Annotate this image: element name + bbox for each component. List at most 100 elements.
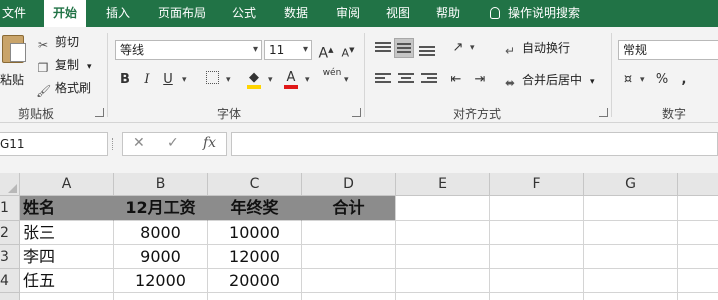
cell-a4[interactable]: 任五 (20, 269, 114, 293)
cell-a3[interactable]: 李四 (20, 245, 114, 269)
cell-b3[interactable]: 9000 (114, 245, 208, 269)
percent-button[interactable]: % (652, 70, 672, 90)
cell-f3[interactable] (490, 245, 584, 269)
tab-review[interactable]: 审阅 (336, 0, 360, 27)
cell-h2[interactable] (678, 221, 718, 245)
clipboard-launcher-icon[interactable] (95, 108, 104, 117)
cell-c1[interactable]: 年终奖 (208, 196, 302, 221)
column-header-g[interactable]: G (584, 173, 678, 196)
formula-input[interactable] (231, 132, 718, 156)
column-header-c[interactable]: C (208, 173, 302, 196)
row-header-2[interactable]: 2 (0, 221, 20, 245)
cell-e2[interactable] (396, 221, 490, 245)
column-header-partial[interactable] (678, 173, 718, 196)
cell-e5[interactable] (396, 293, 490, 300)
column-header-d[interactable]: D (302, 173, 396, 196)
cell-e3[interactable] (396, 245, 490, 269)
name-box[interactable]: G11 (0, 132, 108, 156)
tab-formulas[interactable]: 公式 (232, 0, 256, 27)
cell-c3[interactable]: 12000 (208, 245, 302, 269)
tab-insert[interactable]: 插入 (106, 0, 130, 27)
cell-h4[interactable] (678, 269, 718, 293)
increase-indent-button[interactable]: ⇥ (470, 70, 490, 90)
alignment-launcher-icon[interactable] (599, 108, 608, 117)
cell-d1[interactable]: 合计 (302, 196, 396, 221)
resize-grip[interactable] (112, 138, 116, 150)
tab-file[interactable]: 文件 (2, 0, 26, 27)
tab-view[interactable]: 视图 (386, 0, 410, 27)
comma-button[interactable]: , (674, 70, 694, 90)
column-header-b[interactable]: B (114, 173, 208, 196)
cell-g4[interactable] (584, 269, 678, 293)
align-right-icon[interactable] (421, 73, 437, 87)
cell-f4[interactable] (490, 269, 584, 293)
shrink-font-button[interactable]: A▼ (338, 40, 358, 60)
bottom-align-icon[interactable] (419, 46, 435, 60)
bold-button[interactable]: B (115, 70, 135, 90)
copy-button[interactable]: ❐ 复制 ▾ (36, 56, 92, 75)
cell-a2[interactable]: 张三 (20, 221, 114, 245)
decrease-indent-button[interactable]: ⇤ (446, 70, 466, 90)
phonetic-button[interactable]: wén (322, 68, 342, 88)
cancel-icon[interactable]: ✕ (133, 135, 145, 151)
copy-dropdown-icon[interactable]: ▾ (87, 62, 92, 72)
cell-b5[interactable] (114, 293, 208, 300)
number-format-combo[interactable]: 常规 (618, 40, 718, 60)
tab-page-layout[interactable]: 页面布局 (158, 0, 206, 27)
tab-help[interactable]: 帮助 (436, 0, 460, 27)
cell-h3[interactable] (678, 245, 718, 269)
italic-button[interactable]: I (137, 70, 157, 90)
font-size-combo[interactable]: 11 ▾ (264, 40, 312, 60)
top-align-icon[interactable] (375, 42, 391, 56)
cell-g3[interactable] (584, 245, 678, 269)
orientation-button[interactable]: ↗ (448, 38, 468, 58)
cell-b2[interactable]: 8000 (114, 221, 208, 245)
font-color-dropdown-icon[interactable]: ▾ (305, 75, 310, 85)
column-header-a[interactable]: A (20, 173, 114, 196)
phonetic-dropdown-icon[interactable]: ▾ (344, 75, 349, 85)
cell-d5[interactable] (302, 293, 396, 300)
wrap-text-button[interactable]: ↵ 自动换行 (503, 39, 570, 58)
accounting-format-button[interactable]: ¤ (618, 70, 638, 90)
row-header-3[interactable]: 3 (0, 245, 20, 269)
cell-c5[interactable] (208, 293, 302, 300)
merge-dropdown-icon[interactable]: ▾ (590, 77, 595, 87)
align-left-icon[interactable] (375, 73, 391, 87)
cell-d4[interactable] (302, 269, 396, 293)
cell-c2[interactable]: 10000 (208, 221, 302, 245)
borders-button[interactable] (202, 70, 222, 90)
align-center-icon[interactable] (398, 73, 414, 87)
tell-me-search[interactable]: 操作说明搜索 (490, 0, 580, 27)
underline-button[interactable]: U (158, 70, 178, 90)
accounting-dropdown-icon[interactable]: ▾ (640, 75, 645, 85)
fill-color-button[interactable]: ◆ (244, 68, 264, 89)
insert-function-icon[interactable]: fx (203, 135, 216, 151)
row-header-5[interactable] (0, 293, 20, 300)
orientation-dropdown-icon[interactable]: ▾ (470, 43, 475, 53)
cell-c4[interactable]: 20000 (208, 269, 302, 293)
borders-dropdown-icon[interactable]: ▾ (226, 75, 231, 85)
font-name-combo[interactable]: 等线 ▾ (115, 40, 262, 60)
column-header-f[interactable]: F (490, 173, 584, 196)
underline-dropdown-icon[interactable]: ▾ (182, 75, 187, 85)
fill-color-dropdown-icon[interactable]: ▾ (268, 75, 273, 85)
middle-align-button[interactable] (394, 38, 414, 58)
merge-center-button[interactable]: ⬌ 合并后居中 ▾ (503, 71, 595, 90)
enter-icon[interactable]: ✓ (167, 135, 179, 151)
cell-f2[interactable] (490, 221, 584, 245)
cell-f1[interactable] (490, 196, 584, 221)
tab-data[interactable]: 数据 (284, 0, 308, 27)
cell-d2[interactable] (302, 221, 396, 245)
column-header-e[interactable]: E (396, 173, 490, 196)
cell-b4[interactable]: 12000 (114, 269, 208, 293)
cell-b1[interactable]: 12月工资 (114, 196, 208, 221)
paste-button[interactable]: 粘贴 (0, 33, 26, 89)
tab-home[interactable]: 开始 (44, 0, 87, 28)
cell-d3[interactable] (302, 245, 396, 269)
cell-g1[interactable] (584, 196, 678, 221)
cell-a5[interactable] (20, 293, 114, 300)
format-painter-button[interactable]: 🖌 格式刷 (36, 79, 91, 98)
cell-a1[interactable]: 姓名 (20, 196, 114, 221)
cut-button[interactable]: ✂ 剪切 (36, 33, 79, 52)
row-header-4[interactable]: 4 (0, 269, 20, 293)
